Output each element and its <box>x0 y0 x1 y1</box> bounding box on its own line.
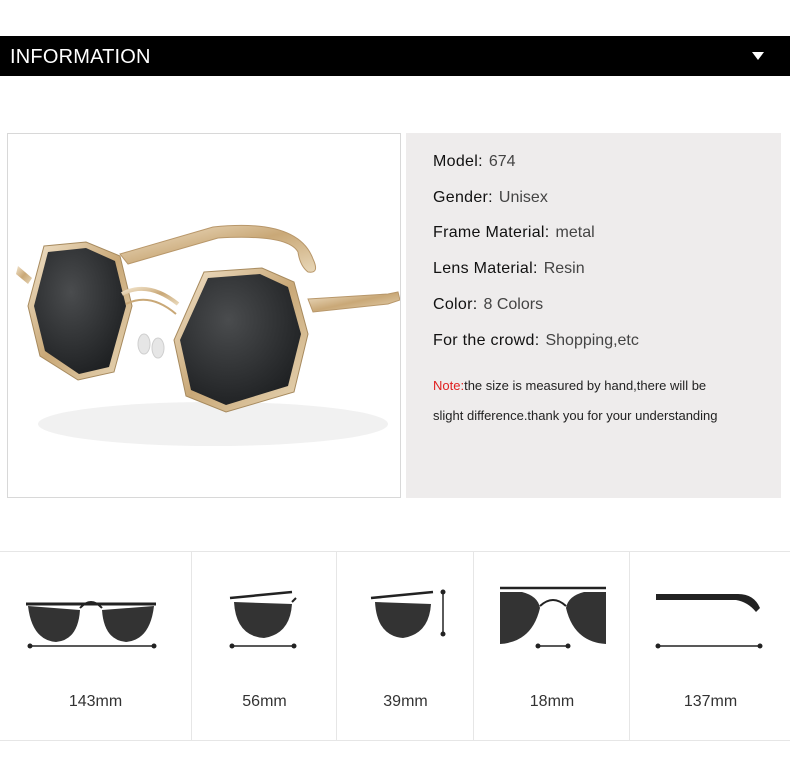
spec-crowd: For the crowd: Shopping,etc <box>433 332 639 350</box>
spec-value: metal <box>555 224 595 241</box>
measurement-value: 56mm <box>242 693 287 710</box>
spec-value: Resin <box>543 260 585 277</box>
spec-color: Color: 8 Colors <box>433 296 543 314</box>
measurement-note: Note:the size is measured by hand,there … <box>433 371 723 431</box>
spec-label: For the crowd: <box>433 332 540 349</box>
triangle-down-icon[interactable] <box>752 52 764 60</box>
note-label: Note: <box>433 378 465 393</box>
note-text: the size is measured by hand,there will … <box>433 378 718 423</box>
spec-label: Frame Material: <box>433 224 550 241</box>
measurement-value: 18mm <box>529 693 575 710</box>
bridge-diagram <box>500 586 606 649</box>
spec-frame-material: Frame Material: metal <box>433 224 595 242</box>
spec-gender: Gender: Unisex <box>433 189 548 207</box>
product-image <box>7 133 401 498</box>
temple-length-diagram <box>655 594 763 649</box>
spec-model: Model: 674 <box>433 153 516 171</box>
spec-label: Gender: <box>433 189 493 206</box>
measurement-value: 39mm <box>383 693 428 710</box>
section-title: INFORMATION <box>10 46 151 68</box>
measurement-value: 143mm <box>68 693 123 710</box>
measurement-value: 137mm <box>683 693 738 710</box>
spec-label: Model: <box>433 153 483 170</box>
spec-value: 674 <box>488 153 516 170</box>
size-total-width: 143mm <box>0 552 191 740</box>
spec-value: 8 Colors <box>483 296 544 313</box>
spec-lens-material: Lens Material: Resin <box>433 260 585 278</box>
spec-value: Unisex <box>498 189 548 206</box>
sunglasses-illustration <box>16 224 400 446</box>
spec-label: Lens Material: <box>433 260 538 277</box>
lens-width-diagram <box>229 590 297 649</box>
spec-value: Shopping,etc <box>545 332 639 349</box>
size-chart: 143mm 56mm 39mm 18mm 137mm <box>0 551 790 741</box>
size-temple-length: 137mm <box>629 552 790 740</box>
size-bridge: 18mm <box>473 552 630 740</box>
specs-panel: Model: 674 Gender: Unisex Frame Material: m… <box>406 133 781 498</box>
total-width-diagram <box>26 601 157 649</box>
spec-label: Color: <box>433 296 478 313</box>
size-lens-width: 56mm <box>191 552 337 740</box>
section-header[interactable]: INFORMATION <box>0 36 790 76</box>
size-lens-height: 39mm <box>336 552 474 740</box>
lens-height-diagram <box>370 589 446 638</box>
